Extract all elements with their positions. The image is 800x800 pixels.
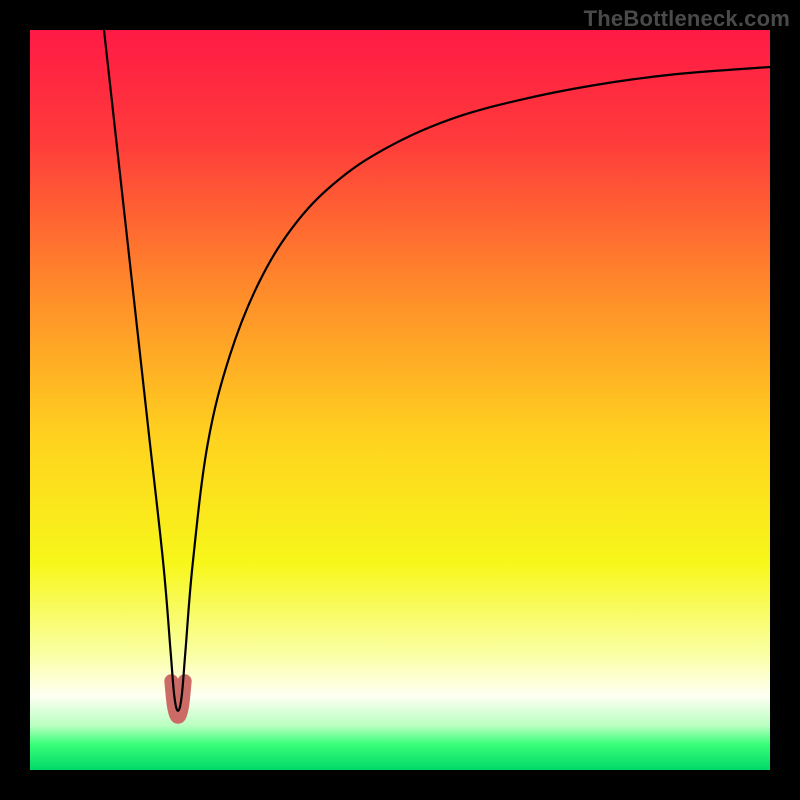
plot-area [30,30,770,770]
watermark-text: TheBottleneck.com [584,6,790,32]
chart-svg [30,30,770,770]
chart-frame: TheBottleneck.com [0,0,800,800]
